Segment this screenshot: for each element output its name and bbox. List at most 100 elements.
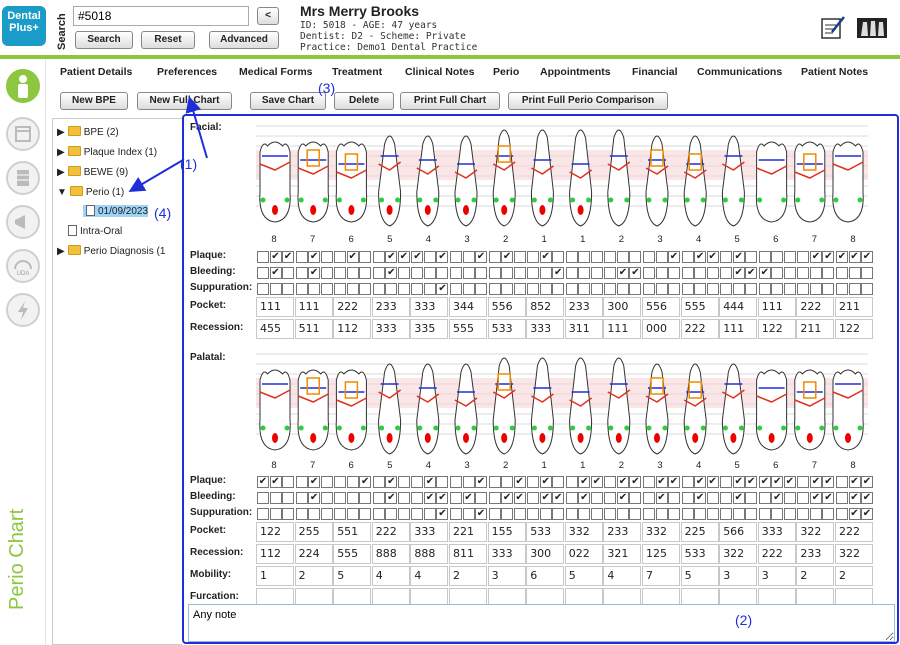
collapse-arrow-icon[interactable]: ▼ <box>57 187 67 198</box>
bleeding-checkbox[interactable] <box>527 267 540 279</box>
bleeding-checkbox[interactable]: ✔ <box>385 492 398 504</box>
plaque-checkbox[interactable] <box>372 476 385 488</box>
plaque-checkbox[interactable] <box>462 476 475 488</box>
bleeding-checkbox[interactable] <box>527 492 540 504</box>
bleeding-checkbox[interactable]: ✔ <box>758 267 771 279</box>
bleeding-checkbox[interactable] <box>257 267 269 279</box>
tooth-8[interactable] <box>569 357 593 455</box>
tooth-10[interactable] <box>645 363 669 455</box>
recession-value-field[interactable]: 333 <box>371 319 410 339</box>
plaque-checkbox[interactable] <box>590 251 603 263</box>
suppuration-checkbox[interactable] <box>809 283 822 295</box>
suppuration-checkbox[interactable] <box>423 508 436 520</box>
suppuration-checkbox[interactable] <box>552 508 565 520</box>
toolbar-new-bpe-button[interactable]: New BPE <box>60 92 128 110</box>
bleeding-checkbox[interactable] <box>346 267 359 279</box>
recession-value-field[interactable]: 555 <box>333 544 372 564</box>
bleeding-checkbox[interactable] <box>745 492 758 504</box>
recession-value-field[interactable]: 888 <box>371 544 410 564</box>
pocket-value-field[interactable]: 111 <box>757 297 796 317</box>
tree-item[interactable]: ▶ Perio Diagnosis (1 <box>57 245 165 257</box>
pocket-value-field[interactable]: 333 <box>757 522 796 542</box>
bleeding-checkbox[interactable] <box>681 492 694 504</box>
bleeding-checkbox[interactable] <box>257 492 269 504</box>
plaque-checkbox[interactable]: ✔ <box>269 476 282 488</box>
pocket-value-field[interactable]: 533 <box>526 522 565 542</box>
plaque-checkbox[interactable]: ✔ <box>269 251 282 263</box>
plaque-checkbox[interactable]: ✔ <box>436 251 449 263</box>
menu-appointments[interactable]: Appointments <box>540 66 611 78</box>
pocket-value-field[interactable]: 155 <box>487 522 526 542</box>
menu-perio[interactable]: Perio <box>493 66 519 78</box>
plaque-checkbox[interactable] <box>643 251 655 263</box>
bleeding-checkbox[interactable] <box>423 267 436 279</box>
tree-item[interactable]: 01/09/2023 <box>83 205 149 217</box>
suppuration-checkbox[interactable]: ✔ <box>436 508 449 520</box>
tooth-3[interactable] <box>378 135 402 227</box>
search-input[interactable] <box>73 6 249 26</box>
menu-patient-notes[interactable]: Patient Notes <box>801 66 868 78</box>
bleeding-checkbox[interactable] <box>397 267 410 279</box>
suppuration-checkbox[interactable] <box>269 508 282 520</box>
previous-patient-button[interactable]: < <box>257 7 279 25</box>
plaque-checkbox[interactable]: ✔ <box>590 476 603 488</box>
bleeding-checkbox[interactable] <box>668 492 680 504</box>
plaque-checkbox[interactable]: ✔ <box>732 251 745 263</box>
suppuration-checkbox[interactable] <box>295 508 308 520</box>
plaque-checkbox[interactable]: ✔ <box>629 476 642 488</box>
bleeding-checkbox[interactable]: ✔ <box>861 492 873 504</box>
pocket-value-field[interactable]: 233 <box>564 297 603 317</box>
suppuration-checkbox[interactable] <box>565 508 578 520</box>
suppuration-checkbox[interactable] <box>836 508 848 520</box>
bleeding-checkbox[interactable] <box>694 267 707 279</box>
suppuration-checkbox[interactable] <box>758 508 771 520</box>
plaque-checkbox[interactable] <box>527 251 540 263</box>
recession-value-field[interactable]: 533 <box>680 544 719 564</box>
plaque-checkbox[interactable]: ✔ <box>861 476 873 488</box>
bleeding-checkbox[interactable]: ✔ <box>694 492 707 504</box>
mobility-value-field[interactable]: 4 <box>371 566 410 586</box>
tooth-6[interactable] <box>492 357 516 455</box>
bleeding-checkbox[interactable] <box>411 492 424 504</box>
plaque-checkbox[interactable] <box>578 251 591 263</box>
bleeding-checkbox[interactable] <box>681 267 694 279</box>
menu-patient-details[interactable]: Patient Details <box>60 66 132 78</box>
plaque-checkbox[interactable]: ✔ <box>783 476 796 488</box>
bleeding-checkbox[interactable] <box>359 267 372 279</box>
bleeding-checkbox[interactable] <box>578 267 591 279</box>
bleeding-checkbox[interactable] <box>797 492 810 504</box>
tooth-9[interactable] <box>607 357 631 455</box>
suppuration-checkbox[interactable] <box>758 283 771 295</box>
tooth-1[interactable] <box>297 369 329 451</box>
plaque-checkbox[interactable] <box>720 476 733 488</box>
suppuration-checkbox[interactable] <box>385 283 398 295</box>
bleeding-checkbox[interactable] <box>295 267 308 279</box>
suppuration-checkbox[interactable] <box>578 508 591 520</box>
tooth-0[interactable] <box>259 369 291 451</box>
suppuration-checkbox[interactable] <box>359 508 372 520</box>
plaque-checkbox[interactable] <box>681 251 694 263</box>
plaque-checkbox[interactable] <box>745 251 758 263</box>
bleeding-checkbox[interactable]: ✔ <box>732 267 745 279</box>
bleeding-checkbox[interactable] <box>771 267 784 279</box>
plaque-checkbox[interactable] <box>411 476 424 488</box>
plaque-checkbox[interactable]: ✔ <box>809 251 822 263</box>
toolbar-save-chart-button[interactable]: Save Chart <box>250 92 326 110</box>
tree-item[interactable]: ▶ Plaque Index (1) <box>57 146 157 158</box>
pocket-value-field[interactable]: 221 <box>449 522 487 542</box>
suppuration-checkbox[interactable] <box>745 508 758 520</box>
plaque-checkbox[interactable]: ✔ <box>423 476 436 488</box>
suppuration-checkbox[interactable] <box>411 508 424 520</box>
suppuration-checkbox[interactable] <box>706 283 719 295</box>
suppuration-checkbox[interactable] <box>308 283 321 295</box>
plaque-checkbox[interactable] <box>372 251 385 263</box>
suppuration-checkbox[interactable] <box>720 283 733 295</box>
expand-arrow-icon[interactable]: ▶ <box>57 127 65 138</box>
bleeding-checkbox[interactable] <box>643 492 655 504</box>
bleeding-checkbox[interactable]: ✔ <box>616 267 629 279</box>
plaque-checkbox[interactable]: ✔ <box>513 476 526 488</box>
recession-value-field[interactable]: 888 <box>410 544 449 564</box>
plaque-checkbox[interactable] <box>488 251 501 263</box>
bleeding-checkbox[interactable]: ✔ <box>578 492 591 504</box>
pocket-value-field[interactable]: 332 <box>642 522 680 542</box>
